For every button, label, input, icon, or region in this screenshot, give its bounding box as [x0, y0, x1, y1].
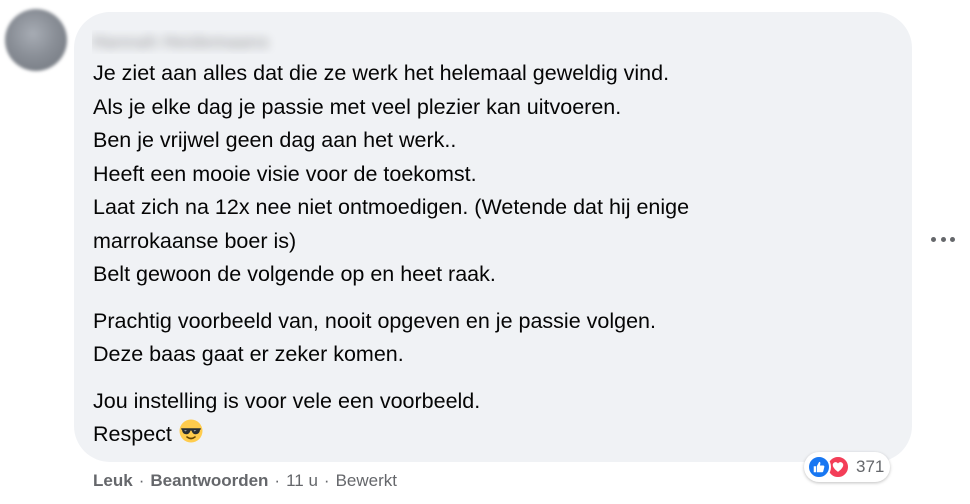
- comment-line: Heeft een mooie visie voor de toekomst.: [93, 161, 477, 186]
- avatar[interactable]: [5, 9, 67, 71]
- comment-line: Laat zich na 12x nee niet ontmoedigen. (…: [93, 195, 690, 219]
- dot: [940, 236, 946, 242]
- comment-body: Je ziet aan alles dat die ze werk het he…: [93, 57, 893, 452]
- comment-line: Je ziet aan alles dat die ze werk het he…: [93, 61, 670, 85]
- more-options-icon[interactable]: [931, 229, 955, 249]
- reply-link[interactable]: Beantwoorden: [150, 471, 268, 491]
- comment-line: Prachtig voorbeeld van, nooit opgeven en…: [93, 308, 656, 333]
- comment-line-with-emoji: Respect: [93, 418, 893, 452]
- comment-line: Ben je vrijwel geen dag aan het werk..: [93, 128, 457, 152]
- comment-author[interactable]: Hannah Heidemaans: [92, 30, 307, 54]
- comment-line: Als je elke dag je passie met veel plezi…: [93, 94, 622, 119]
- comment-line: marrokaanse boer is): [93, 228, 297, 253]
- comment-paragraph: Je ziet aan alles dat die ze werk het he…: [93, 57, 893, 292]
- thumbs-up-icon: [813, 461, 825, 473]
- like-icon: [807, 455, 831, 479]
- comment-line-text: Respect: [93, 422, 172, 446]
- separator: ·: [323, 471, 330, 490]
- comment-line: Belt gewoon de volgende op en heet raak.: [93, 262, 496, 286]
- comment-line: Jou instelling is voor vele een voorbeel…: [93, 388, 481, 413]
- separator: ·: [274, 471, 281, 490]
- comment-line: Deze baas gaat er zeker komen.: [93, 342, 404, 366]
- separator: ·: [138, 471, 145, 490]
- like-link[interactable]: Leuk: [93, 471, 133, 491]
- sunglasses-emoji-icon: [179, 419, 203, 443]
- edited-label: Bewerkt: [335, 471, 398, 490]
- comment-paragraph: Prachtig voorbeeld van, nooit opgeven en…: [93, 305, 893, 372]
- comment-paragraph: Jou instelling is voor vele een voorbeel…: [93, 385, 893, 452]
- dot: [931, 236, 936, 242]
- timestamp-link[interactable]: 11 u: [286, 471, 318, 491]
- reactions-summary[interactable]: 371: [804, 452, 891, 482]
- comment-bubble: Hannah Heidemaans Je ziet aan alles dat …: [74, 12, 912, 462]
- author-name[interactable]: Hannah Heidemaans: [92, 32, 269, 53]
- comment-actions: Leuk · Beantwoorden · 11 u · Bewerkt: [93, 469, 397, 493]
- heart-icon: [832, 462, 844, 472]
- reaction-count: 371: [856, 457, 885, 476]
- dot: [950, 236, 955, 242]
